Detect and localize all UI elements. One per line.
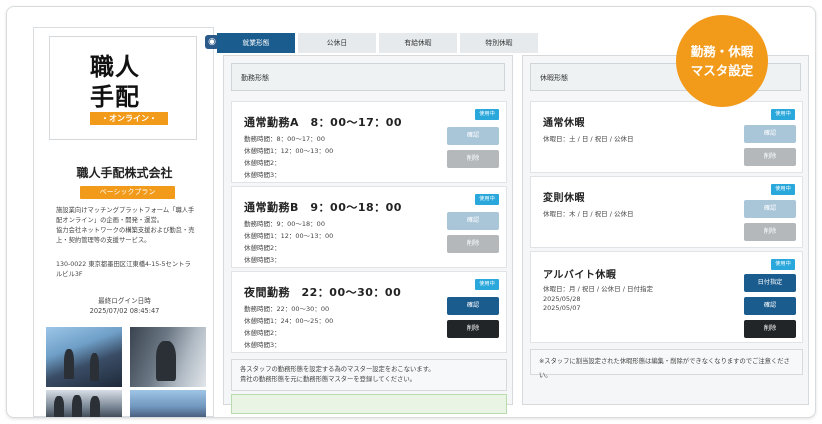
delete-button[interactable]: 削除 [744, 148, 796, 166]
holiday-type-note: ※スタッフに割当設定された休暇形態は編集・削除ができなくなりますのでご注意くださ… [530, 349, 803, 379]
note-line: 各スタッフの勤務形態を設定する為のマスター設定をおこないます。 [240, 366, 435, 373]
break-time-1: 休憩時間1：24：00〜25：00 [244, 317, 334, 325]
bubble-line1: 勤務・休暇 [690, 44, 754, 59]
delete-button[interactable]: 削除 [447, 320, 499, 338]
worksite-photo [46, 327, 122, 387]
work-time: 勤務時間：9：00〜18：00 [244, 220, 325, 228]
holiday-type-title: アルバイト休暇 [543, 270, 617, 281]
holiday-type-row: 変則休暇 使用中 休暇日：木 / 日 / 祝日 / 公休日 確認 削除 [530, 176, 803, 248]
last-login-value: 2025/07/02 08:45:47 [89, 307, 160, 315]
bubble-line2: マスタ設定 [690, 63, 754, 78]
break-time-3: 休憩時間3： [244, 341, 281, 349]
app-window: 職人 手配 ・オンライン・ ◉ 職人手配株式会社 ベーシックプラン 施設業向けマ… [6, 6, 816, 418]
break-time-2: 休憩時間2： [244, 244, 281, 252]
confirm-button[interactable]: 確認 [744, 125, 796, 143]
work-time: 勤務時間：22：00〜30：00 [244, 305, 330, 313]
delete-button[interactable]: 削除 [744, 223, 796, 241]
delete-button[interactable]: 削除 [447, 235, 499, 253]
in-use-badge: 使用中 [475, 194, 499, 205]
tab-paid-leave[interactable]: 有給休暇 [379, 33, 457, 53]
status-bar [231, 394, 507, 414]
delete-button[interactable]: 削除 [744, 320, 796, 338]
in-use-badge: 使用中 [771, 259, 795, 270]
tab-special-leave[interactable]: 特別休暇 [460, 33, 538, 53]
holiday-date: 2025/05/07 [543, 304, 581, 312]
work-type-note: 各スタッフの勤務形態を設定する為のマスター設定をおこないます。 貴社の勤務形態を… [231, 359, 507, 391]
holiday-date: 2025/05/28 [543, 295, 581, 303]
company-address: 130-0022 東京都墨田区江東橋4-15-5セントラ ルビル3F [56, 260, 204, 280]
break-time-3: 休憩時間3： [244, 256, 281, 264]
address-line: ルビル3F [56, 271, 83, 278]
description-line: 上・契約管理等の支援サービス。 [56, 237, 151, 244]
logo-text-line2: 手配 [90, 83, 140, 111]
worksite-photo [130, 327, 206, 387]
work-type-title: 通常勤務A 8：00〜17：00 [244, 116, 403, 129]
break-time-1: 休憩時間1：12：00〜13：00 [244, 147, 334, 155]
holiday-days: 休暇日：土 / 日 / 祝日 / 公休日 [543, 135, 634, 143]
tab-work-type[interactable]: 就業形態 [217, 33, 295, 53]
description-line: 配オンライン」の企画・開発・運営。 [56, 217, 164, 224]
last-login-label: 最終ログイン日時 [98, 297, 151, 305]
confirm-button[interactable]: 確認 [744, 200, 796, 218]
feature-bubble: 勤務・休暇 マスタ設定 [676, 15, 768, 107]
confirm-button[interactable]: 確認 [447, 127, 499, 145]
work-type-panel: 勤務形態 通常勤務A 8：00〜17：00 使用中 勤務時間：8：00〜17：0… [223, 55, 513, 414]
holiday-type-title: 変則休暇 [543, 193, 585, 204]
in-use-badge: 使用中 [475, 109, 499, 120]
last-login: 最終ログイン日時 2025/07/02 08:45:47 [34, 296, 215, 316]
description-line: 協力会社ネットワークの構築支援および勤怠・売 [56, 227, 195, 234]
logo-band: ・オンライン・ [90, 112, 168, 125]
holiday-type-panel: 休暇形態 通常休暇 使用中 休暇日：土 / 日 / 祝日 / 公休日 確認 削除… [522, 55, 809, 405]
delete-button[interactable]: 削除 [447, 150, 499, 168]
in-use-badge: 使用中 [771, 184, 795, 195]
address-line: 130-0022 東京都墨田区江東橋4-15-5セントラ [56, 261, 191, 268]
work-type-row: 夜間勤務 22：00〜30：00 使用中 勤務時間：22：00〜30：00 休憩… [231, 271, 507, 353]
description-line: 施設業向けマッチングプラットフォーム「職人手 [56, 207, 195, 214]
company-logo: 職人 手配 ・オンライン・ [49, 36, 197, 140]
in-use-badge: 使用中 [771, 109, 795, 120]
worksite-photo [130, 390, 206, 417]
panel-header: 勤務形態 [231, 63, 505, 91]
note-line: 貴社の勤務形態を元に勤務形態マスターを登録してください。 [240, 376, 416, 383]
in-use-badge: 使用中 [475, 279, 499, 290]
holiday-days: 休暇日：月 / 祝日 / 公休日 / 日付指定 [543, 285, 653, 293]
confirm-button[interactable]: 確認 [447, 212, 499, 230]
work-time: 勤務時間：8：00〜17：00 [244, 135, 325, 143]
confirm-button[interactable]: 確認 [447, 297, 499, 315]
holiday-days: 休暇日：木 / 日 / 祝日 / 公休日 [543, 210, 634, 218]
plan-badge: ベーシックプラン [80, 186, 175, 199]
break-time-1: 休憩時間1：12：00〜13：00 [244, 232, 334, 240]
break-time-3: 休憩時間3： [244, 171, 281, 179]
holiday-type-row: 通常休暇 使用中 休暇日：土 / 日 / 祝日 / 公休日 確認 削除 [530, 101, 803, 173]
confirm-button[interactable]: 確認 [744, 297, 796, 315]
tab-public-holiday[interactable]: 公休日 [298, 33, 376, 53]
company-profile-card: 職人 手配 ・オンライン・ ◉ 職人手配株式会社 ベーシックプラン 施設業向けマ… [33, 27, 219, 417]
worksite-photo [46, 390, 122, 417]
work-type-title: 夜間勤務 22：00〜30：00 [244, 286, 402, 299]
break-time-2: 休憩時間2： [244, 329, 281, 337]
date-specify-button[interactable]: 日付指定 [744, 274, 796, 292]
holiday-type-title: 通常休暇 [543, 118, 585, 129]
company-description: 施設業向けマッチングプラットフォーム「職人手 配オンライン」の企画・開発・運営。… [56, 206, 211, 246]
break-time-2: 休憩時間2： [244, 159, 281, 167]
work-type-title: 通常勤務B 9：00〜18：00 [244, 201, 402, 214]
work-type-row: 通常勤務A 8：00〜17：00 使用中 勤務時間：8：00〜17：00 休憩時… [231, 101, 507, 183]
company-name: 職人手配株式会社 [76, 166, 173, 180]
work-type-row: 通常勤務B 9：00〜18：00 使用中 勤務時間：9：00〜18：00 休憩時… [231, 186, 507, 268]
holiday-type-row: アルバイト休暇 使用中 休暇日：月 / 祝日 / 公休日 / 日付指定 2025… [530, 251, 803, 343]
